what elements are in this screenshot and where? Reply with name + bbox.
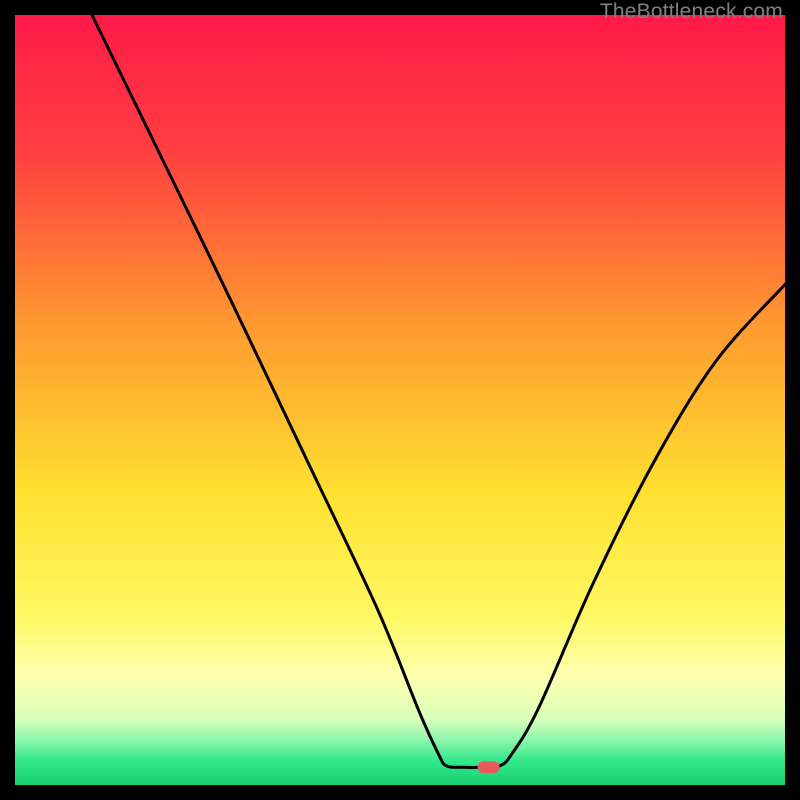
optimal-marker bbox=[478, 761, 500, 773]
gradient-background bbox=[15, 15, 785, 785]
chart-canvas bbox=[15, 15, 785, 785]
watermark-text: TheBottleneck.com bbox=[600, 0, 783, 24]
chart-frame bbox=[15, 15, 785, 785]
